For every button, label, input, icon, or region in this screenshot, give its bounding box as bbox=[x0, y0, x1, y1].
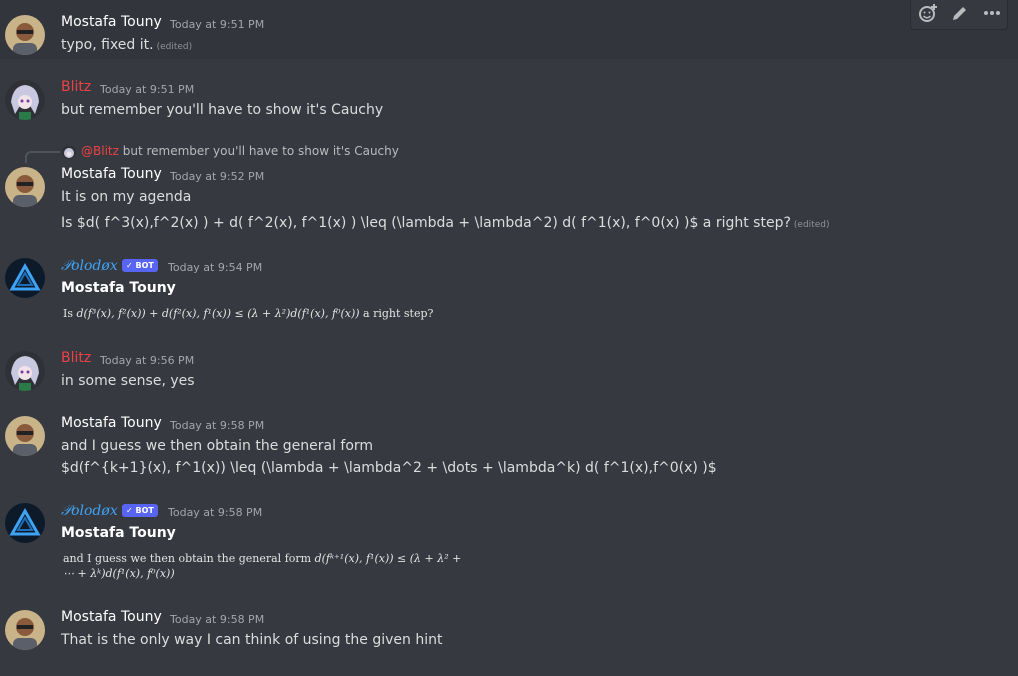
reply-preview[interactable]: @Blitz but remember you'll have to show … bbox=[81, 144, 399, 158]
embed-title: Mostafa Touny bbox=[61, 525, 176, 541]
author-name[interactable]: Blitz bbox=[61, 350, 91, 366]
add-reaction-icon[interactable] bbox=[917, 3, 941, 23]
edited-tag: (edited) bbox=[793, 220, 830, 230]
message-text: typo, fixed it. (edited) bbox=[61, 37, 193, 53]
latex-render: and I guess we then obtain the general f… bbox=[63, 552, 461, 565]
avatar-blitz[interactable] bbox=[5, 351, 45, 391]
edited-tag: (edited) bbox=[156, 42, 193, 52]
avatar-mostafa[interactable] bbox=[5, 610, 45, 650]
author-name[interactable]: 𝒫olodøx bbox=[61, 258, 118, 274]
message-text: and I guess we then obtain the general f… bbox=[61, 438, 374, 454]
latex-formula: ⋯ + λᵏ)d(f¹(x), f⁰(x)) bbox=[63, 567, 175, 580]
timestamp[interactable]: Today at 9:58 PM bbox=[170, 613, 264, 626]
avatar-mostafa[interactable] bbox=[5, 15, 45, 55]
message-text: Is $d( f^3(x),f^2(x) ) + d( f^2(x), f^1(… bbox=[61, 215, 830, 231]
top-divider bbox=[0, 0, 1018, 11]
message-text: It is on my agenda bbox=[61, 189, 192, 205]
reply-text: but remember you'll have to show it's Ca… bbox=[122, 144, 399, 158]
message-text: $d(f^{k+1}(x), f^1(x)) \leq (\lambda + \… bbox=[61, 460, 717, 476]
latex-render: Is d(f³(x), f²(x)) + d(f²(x), f¹(x)) ≤ (… bbox=[63, 307, 433, 320]
reply-spine bbox=[25, 151, 60, 163]
avatar-bot[interactable] bbox=[5, 258, 45, 298]
bot-badge: ✓ BOT bbox=[122, 504, 158, 517]
timestamp[interactable]: Today at 9:51 PM bbox=[100, 83, 194, 96]
more-icon[interactable] bbox=[980, 3, 1004, 23]
bot-badge: ✓ BOT bbox=[122, 259, 158, 272]
author-name[interactable]: Mostafa Touny bbox=[61, 609, 162, 625]
latex-formula: d(f³(x), f²(x)) + d(f²(x), f¹(x)) ≤ (λ +… bbox=[76, 307, 360, 320]
message-toolbar bbox=[910, 0, 1008, 30]
timestamp[interactable]: Today at 9:58 PM bbox=[168, 506, 262, 519]
avatar-mostafa[interactable] bbox=[5, 416, 45, 456]
author-name[interactable]: Blitz bbox=[61, 79, 91, 95]
timestamp[interactable]: Today at 9:54 PM bbox=[168, 261, 262, 274]
embed-title: Mostafa Touny bbox=[61, 280, 176, 296]
reply-avatar[interactable] bbox=[62, 145, 76, 159]
message-text: That is the only way I can think of usin… bbox=[61, 632, 443, 648]
reply-mention[interactable]: @Blitz bbox=[81, 144, 119, 158]
latex-suffix: a right step? bbox=[363, 307, 434, 320]
author-name[interactable]: Mostafa Touny bbox=[61, 415, 162, 431]
author-name[interactable]: Mostafa Touny bbox=[61, 166, 162, 182]
timestamp[interactable]: Today at 9:52 PM bbox=[170, 170, 264, 183]
message-text: but remember you'll have to show it's Ca… bbox=[61, 102, 384, 118]
avatar-blitz[interactable] bbox=[5, 80, 45, 120]
timestamp[interactable]: Today at 9:58 PM bbox=[170, 419, 264, 432]
message-text: in some sense, yes bbox=[61, 373, 195, 389]
author-name[interactable]: 𝒫olodøx bbox=[61, 503, 118, 519]
author-name[interactable]: Mostafa Touny bbox=[61, 14, 162, 30]
edit-icon[interactable] bbox=[948, 3, 972, 23]
avatar-bot[interactable] bbox=[5, 503, 45, 543]
latex-prefix: Is bbox=[63, 307, 73, 320]
latex-formula: d(fᵏ⁺¹(x), f¹(x)) ≤ (λ + λ² + bbox=[314, 552, 462, 565]
timestamp[interactable]: Today at 9:56 PM bbox=[100, 354, 194, 367]
latex-prefix: and I guess we then obtain the general f… bbox=[63, 552, 312, 565]
avatar-mostafa[interactable] bbox=[5, 167, 45, 207]
latex-render: ⋯ + λᵏ)d(f¹(x), f⁰(x)) bbox=[63, 567, 175, 580]
timestamp[interactable]: Today at 9:51 PM bbox=[170, 18, 264, 31]
